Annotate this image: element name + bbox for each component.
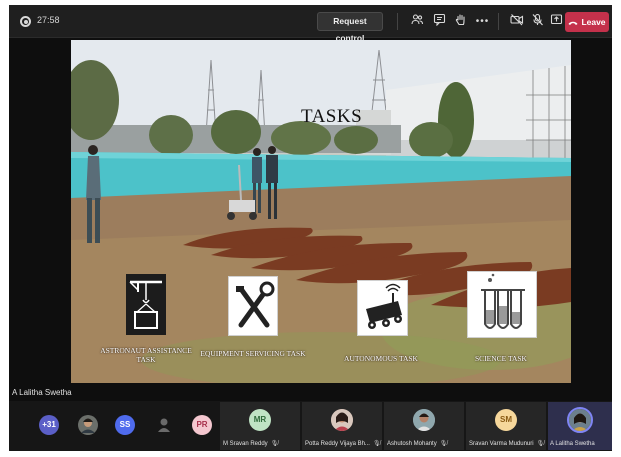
share-icon[interactable] [548, 13, 565, 30]
participant-tile[interactable]: SM Sravan Varma Mudunuri 🎙︎̸ [466, 402, 546, 450]
mic-off-icon[interactable] [529, 13, 546, 30]
participant-name-text: Potta Reddy Vijaya Bh... [305, 441, 370, 447]
toolbar-divider [397, 13, 398, 30]
request-control-button[interactable]: Request control [317, 12, 383, 43]
tools-icon [228, 276, 278, 336]
mic-off-icon: 🎙︎̸ [536, 441, 545, 447]
participant-name: Potta Reddy Vijaya Bh... 🎙︎̸ [305, 440, 381, 447]
toolbar-divider [498, 13, 499, 30]
participant-name-text: Sravan Varma Mudunuri [469, 441, 534, 447]
camera-off-icon[interactable] [508, 13, 525, 30]
more-participants-button[interactable]: +31 [39, 415, 59, 435]
robot-rover-icon [357, 280, 408, 336]
crane-box-icon [126, 274, 166, 335]
participant-name-text: Ashutosh Mohanty [387, 441, 437, 447]
participant-avatar: MR [249, 409, 271, 431]
participant-avatar-silhouette[interactable] [154, 415, 174, 435]
participant-name: Sravan Varma Mudunuri 🎙︎̸ [469, 440, 544, 447]
participant-name-text: M Sravan Reddy [223, 441, 268, 447]
recording-icon [20, 16, 31, 27]
participant-avatar: SM [495, 409, 517, 431]
chat-icon[interactable] [431, 13, 448, 30]
participant-name-text: A Lalitha Swetha [550, 441, 595, 447]
participant-name: Ashutosh Mohanty 🎙︎̸ [387, 440, 447, 447]
participant-avatar-photo [413, 409, 435, 431]
participant-strip: +31 SS PR MR M Sravan Reddy 🎙︎̸ Potta Red… [9, 401, 612, 451]
task-caption-autonomous: AUTONOMOUS TASK [344, 354, 418, 363]
participant-tile[interactable]: Ashutosh Mohanty 🎙︎̸ [384, 402, 464, 450]
meeting-timer: 27:58 [37, 15, 60, 25]
meeting-top-bar: 27:58 Request control ••• Leave [9, 5, 612, 43]
task-caption-equipment: EQUIPMENT SERVICING TASK [200, 349, 306, 358]
participant-avatar-photo [567, 407, 593, 433]
leave-label: Leave [581, 17, 606, 27]
raise-hand-icon[interactable] [452, 13, 469, 30]
participant-avatar-pr[interactable]: PR [192, 415, 212, 435]
mic-off-icon: 🎙︎̸ [372, 441, 381, 447]
people-icon[interactable] [409, 13, 426, 30]
teams-meeting-window: 27:58 Request control ••• Leave TASKS AS… [9, 5, 612, 451]
slide-title: TASKS [301, 106, 363, 127]
presenter-name-label: A Lalitha Swetha [12, 388, 72, 397]
test-tubes-icon [467, 271, 537, 338]
participant-avatar-photo[interactable] [78, 415, 98, 435]
task-caption-science: SCIENCE TASK [475, 354, 527, 363]
leave-button[interactable]: Leave [565, 12, 609, 32]
mic-off-icon: 🎙︎̸ [270, 441, 279, 447]
participant-avatar-photo [331, 409, 353, 431]
participant-name: A Lalitha Swetha [550, 441, 595, 447]
participant-tile[interactable]: Potta Reddy Vijaya Bh... 🎙︎̸ [302, 402, 382, 450]
shared-screen-slide: TASKS ASTRONAUT ASSISTANCE TASK EQUIPMEN… [71, 40, 571, 383]
task-caption-astronaut: ASTRONAUT ASSISTANCE TASK [100, 346, 192, 364]
participant-tile-self[interactable]: A Lalitha Swetha [548, 402, 612, 450]
participant-tile[interactable]: MR M Sravan Reddy 🎙︎̸ [220, 402, 300, 450]
phone-hangup-icon [568, 13, 578, 33]
participant-name: M Sravan Reddy 🎙︎̸ [223, 440, 278, 447]
participant-avatar-ss[interactable]: SS [115, 415, 135, 435]
mic-off-icon: 🎙︎̸ [439, 441, 448, 447]
more-icon[interactable]: ••• [474, 13, 491, 30]
